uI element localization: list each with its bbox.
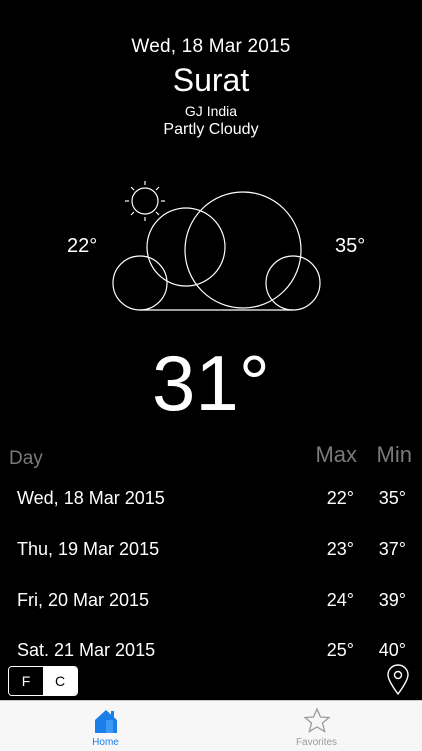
- forecast-min: 39°: [378, 590, 406, 610]
- city-name: Surat: [172, 62, 250, 98]
- forecast-max: 25°: [326, 640, 354, 660]
- sun-icon: [125, 181, 165, 221]
- forecast-day: Wed, 18 Mar 2015: [17, 488, 165, 508]
- forecast-row: Thu, 19 Mar 2015 23° 37°: [0, 539, 422, 569]
- forecast-day: Sat. 21 Mar 2015: [17, 640, 156, 660]
- location-pin-icon[interactable]: [386, 664, 410, 696]
- fahrenheit-option[interactable]: F: [9, 667, 43, 695]
- forecast-header-max: Max: [315, 442, 357, 467]
- forecast-min: 37°: [378, 539, 406, 559]
- high-temp-label: 35°: [335, 235, 366, 257]
- condition-label: Partly Cloudy: [163, 121, 259, 138]
- forecast-day: Thu, 19 Mar 2015: [17, 539, 160, 559]
- forecast-min: 35°: [378, 488, 406, 508]
- current-temperature: 31°: [152, 339, 270, 427]
- forecast-max: 23°: [326, 539, 354, 559]
- forecast-header-min: Min: [376, 442, 412, 467]
- tab-bar: Home Favorites: [0, 700, 422, 751]
- home-icon: [94, 710, 117, 733]
- tab-home[interactable]: Home: [0, 701, 211, 751]
- forecast-min: 40°: [378, 640, 406, 660]
- celsius-option[interactable]: C: [43, 667, 77, 695]
- forecast-row: Fri, 20 Mar 2015 24° 39°: [0, 590, 422, 620]
- unit-toggle[interactable]: F C: [8, 666, 78, 696]
- date-label: Wed, 18 Mar 2015: [131, 36, 291, 57]
- forecast-day: Fri, 20 Mar 2015: [17, 590, 150, 610]
- forecast-row: Wed, 18 Mar 2015 22° 35°: [0, 488, 422, 518]
- forecast-header-day: Day: [9, 448, 43, 469]
- forecast-max: 24°: [326, 590, 354, 610]
- forecast-header: Day Max Min: [0, 442, 422, 470]
- region-label: GJ India: [184, 103, 238, 119]
- low-temp-label: 22°: [67, 235, 98, 257]
- tab-favorites-label: Favorites: [295, 737, 338, 748]
- partly-cloudy-icon: [112, 181, 321, 311]
- tab-home-label: Home: [92, 737, 119, 748]
- tab-favorites[interactable]: Favorites: [211, 701, 422, 751]
- star-icon: [302, 707, 331, 733]
- forecast-max: 22°: [326, 488, 354, 508]
